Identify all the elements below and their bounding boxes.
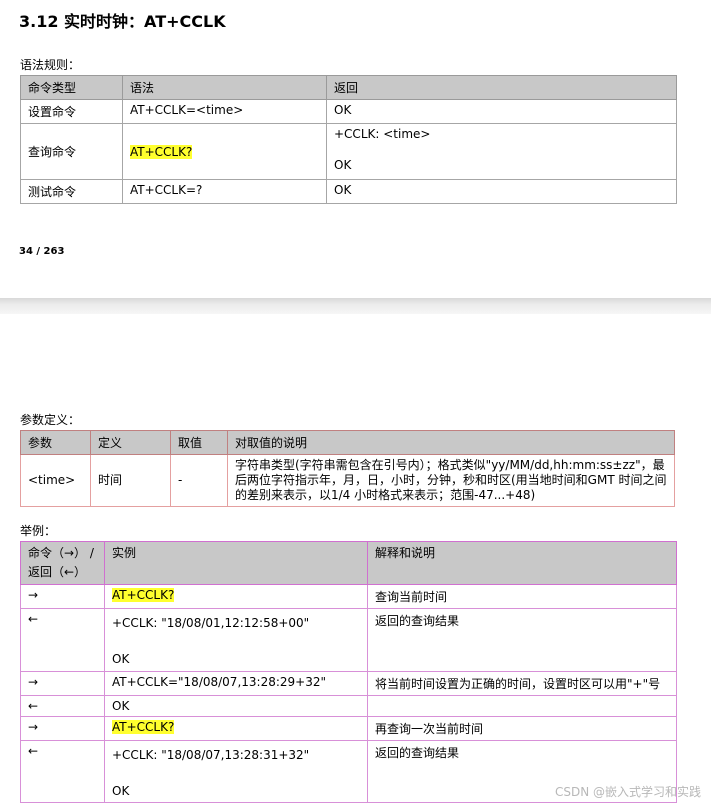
example-response-ok: OK — [112, 652, 130, 666]
example-note: 查询当前时间 — [367, 584, 677, 609]
header-direction-line2: 返回（←） — [28, 565, 87, 579]
example-response: +CCLK: "18/08/01,12:12:58+00" — [112, 616, 310, 630]
syntax-label: 语法规则： — [20, 58, 81, 72]
watermark: CSDN @嵌入式学习和实践 — [554, 785, 701, 799]
param-label: 参数定义： — [20, 413, 81, 427]
param-description: 字符串类型(字符串需包含在引号内）；格式类似"yy/MM/dd,hh:mm:ss… — [227, 454, 675, 507]
param-definition: 时间 — [90, 454, 171, 507]
example-command: AT+CCLK? — [112, 720, 175, 734]
section-title: 3.12 实时时钟：AT+CCLK — [19, 12, 226, 31]
command-type: 查询命令 — [20, 123, 123, 180]
header-return: 返回 — [326, 75, 677, 100]
header-command-type: 命令类型 — [20, 75, 123, 100]
command-return: +CCLK: <time> — [334, 127, 431, 141]
command-return: OK — [326, 99, 677, 124]
table-row: ← OK — [20, 695, 677, 717]
param-value: - — [170, 454, 228, 507]
syntax-table: 命令类型 语法 返回 设置命令 AT+CCLK=<time> OK 查询命令 A… — [20, 75, 677, 204]
page-35: 参数定义： 参数 定义 取值 对取值的说明 <time> 时间 - 字符串类型(… — [0, 314, 711, 804]
example-response-cell: +CCLK: "18/08/01,12:12:58+00" OK — [104, 608, 368, 672]
header-param: 参数 — [20, 430, 91, 455]
header-syntax: 语法 — [122, 75, 327, 100]
page-34: 3.12 实时时钟：AT+CCLK 语法规则： 命令类型 语法 返回 设置命令 … — [0, 0, 711, 298]
table-row: ← +CCLK: "18/08/01,12:12:58+00" OK 返回的查询… — [20, 608, 677, 672]
command-syntax: AT+CCLK=? — [122, 179, 327, 204]
direction-arrow: → — [20, 584, 105, 609]
param-header-row: 参数 定义 取值 对取值的说明 — [20, 430, 675, 455]
table-row: 测试命令 AT+CCLK=? OK — [20, 179, 677, 204]
table-row: → AT+CCLK="18/08/07,13:28:29+32" 将当前时间设置… — [20, 671, 677, 696]
direction-arrow: → — [20, 671, 105, 696]
example-response-cell: +CCLK: "18/08/07,13:28:31+32" OK — [104, 740, 368, 803]
header-value: 取值 — [170, 430, 228, 455]
header-direction-line1: 命令（→） / — [28, 546, 94, 560]
table-row: <time> 时间 - 字符串类型(字符串需包含在引号内）；格式类似"yy/MM… — [20, 454, 675, 507]
example-note: 将当前时间设置为正确的时间，设置时区可以用"+"号 — [367, 671, 677, 696]
header-definition: 定义 — [90, 430, 171, 455]
table-row: → AT+CCLK? 再查询一次当前时间 — [20, 716, 677, 741]
example-note: 再查询一次当前时间 — [367, 716, 677, 741]
header-direction: 命令（→） / 返回（←） — [20, 541, 105, 585]
example-note — [367, 695, 677, 717]
direction-arrow: ← — [20, 740, 105, 803]
table-row: → AT+CCLK? 查询当前时间 — [20, 584, 677, 609]
header-description: 对取值的说明 — [227, 430, 675, 455]
command-syntax: AT+CCLK? — [130, 144, 193, 159]
page-number: 34 / 263 — [19, 246, 65, 257]
example-label: 举例： — [20, 524, 57, 538]
command-type: 设置命令 — [20, 99, 123, 124]
table-row: 设置命令 AT+CCLK=<time> OK — [20, 99, 677, 124]
example-table: 命令（→） / 返回（←） 实例 解释和说明 → AT+CCLK? 查询当前时间… — [20, 541, 677, 803]
command-return-cell: +CCLK: <time> OK — [326, 123, 677, 180]
syntax-header-row: 命令类型 语法 返回 — [20, 75, 677, 100]
direction-arrow: ← — [20, 695, 105, 717]
example-header-row: 命令（→） / 返回（←） 实例 解释和说明 — [20, 541, 677, 585]
page-separator — [0, 298, 711, 314]
command-return-ok: OK — [334, 158, 352, 172]
command-type: 测试命令 — [20, 179, 123, 204]
example-response-ok: OK — [112, 784, 130, 798]
table-row: 查询命令 AT+CCLK? +CCLK: <time> OK — [20, 123, 677, 180]
command-return: OK — [326, 179, 677, 204]
example-note: 返回的查询结果 — [367, 608, 677, 672]
example-response: +CCLK: "18/08/07,13:28:31+32" — [112, 748, 310, 762]
direction-arrow: ← — [20, 608, 105, 672]
parameter-table: 参数 定义 取值 对取值的说明 <time> 时间 - 字符串类型(字符串需包含… — [20, 430, 675, 507]
command-syntax: AT+CCLK=<time> — [122, 99, 327, 124]
header-example: 实例 — [104, 541, 368, 585]
example-command: AT+CCLK? — [112, 588, 175, 602]
direction-arrow: → — [20, 716, 105, 741]
example-command: AT+CCLK="18/08/07,13:28:29+32" — [104, 671, 368, 696]
header-explanation: 解释和说明 — [367, 541, 677, 585]
example-response: OK — [104, 695, 368, 717]
param-name: <time> — [20, 454, 91, 507]
